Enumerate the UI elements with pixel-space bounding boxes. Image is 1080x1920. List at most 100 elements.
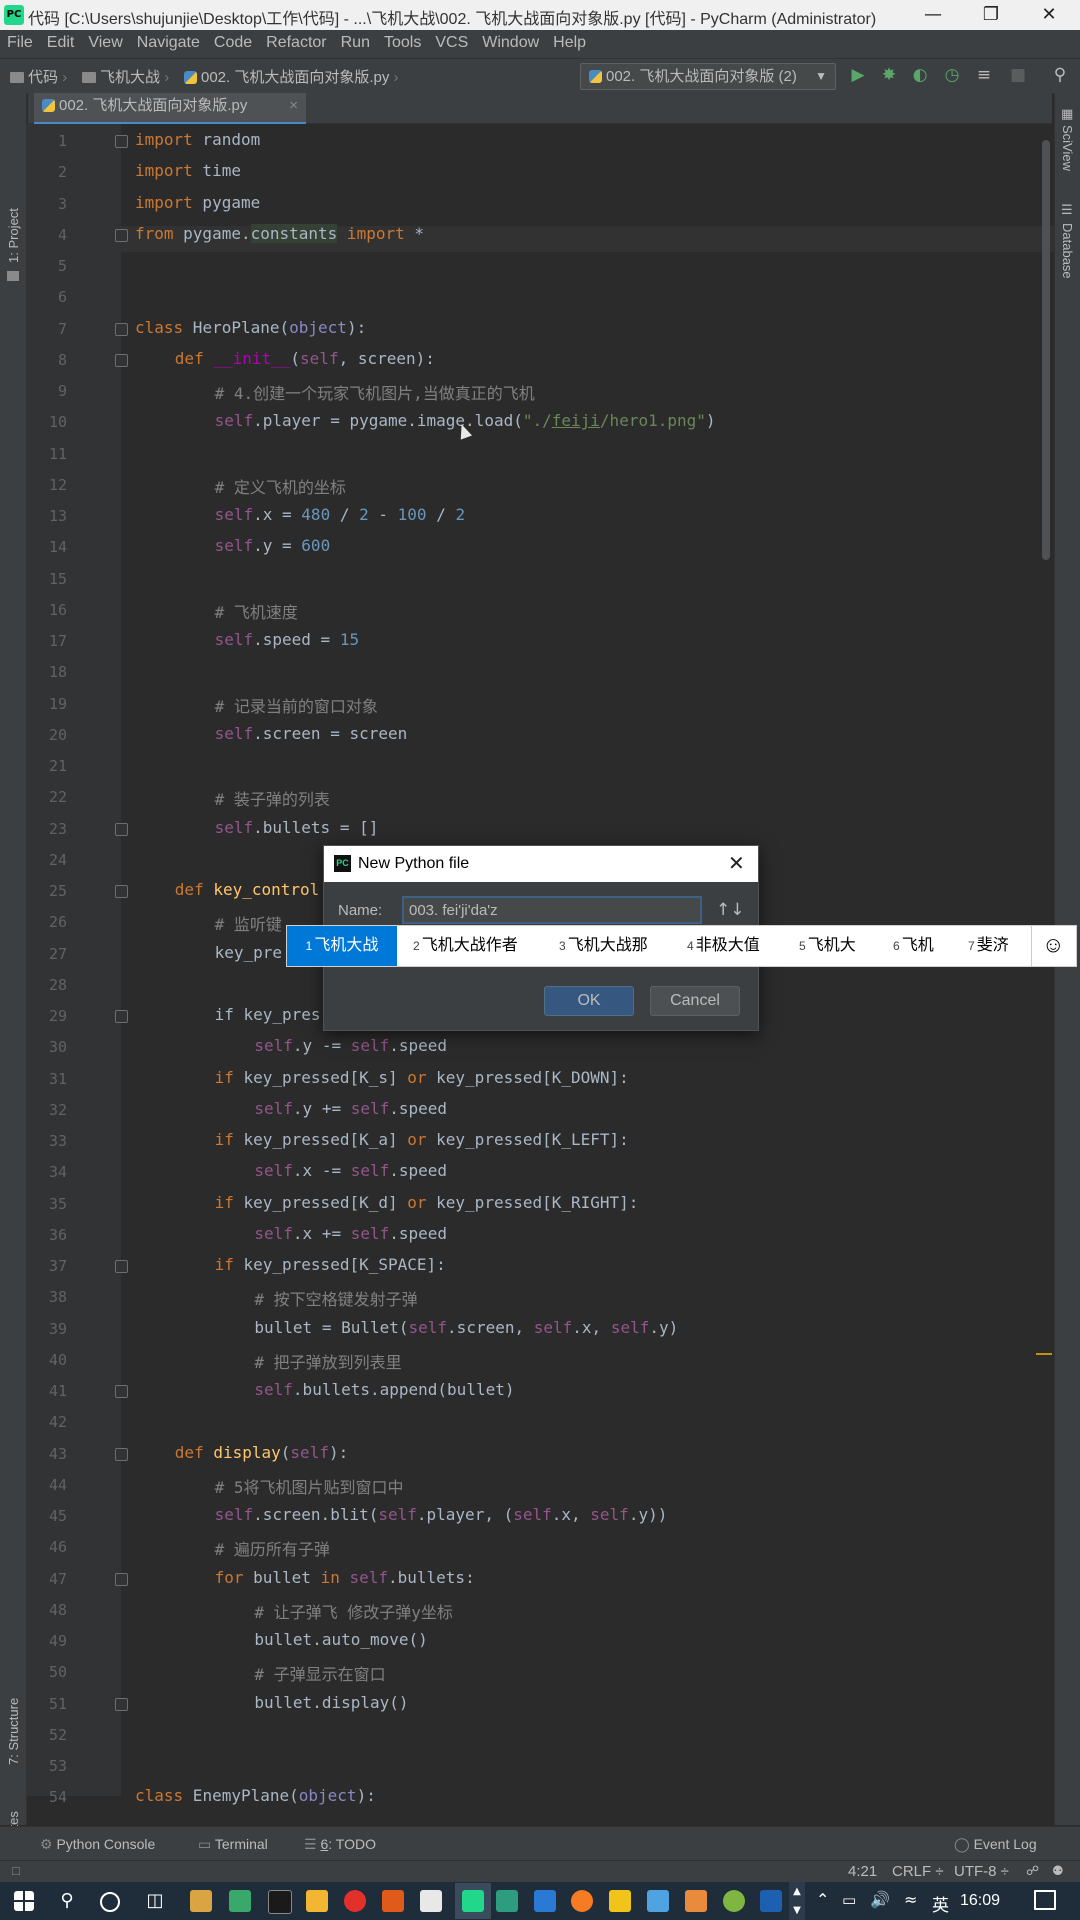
debug-icon[interactable]: ✸ xyxy=(879,65,899,85)
fold-marker-icon[interactable] xyxy=(115,822,128,836)
inspector-icon[interactable]: ⚉ xyxy=(1052,1863,1064,1879)
menu-view[interactable]: View xyxy=(81,30,129,52)
taskbar-app-icon[interactable] xyxy=(647,1890,669,1912)
windows-start-icon[interactable] xyxy=(14,1891,34,1911)
dialog-close-button[interactable]: ✕ xyxy=(728,851,745,876)
menu-code[interactable]: Code xyxy=(207,30,259,52)
ime-candidate-2[interactable]: 2 飞机大战作者 xyxy=(413,926,518,966)
cancel-button[interactable]: Cancel xyxy=(650,986,740,1016)
restore-button[interactable]: ❐ xyxy=(962,0,1020,30)
fold-marker-icon[interactable] xyxy=(115,885,128,898)
taskbar-pycharm-icon[interactable] xyxy=(462,1890,484,1912)
database-tool-button[interactable]: Database xyxy=(1060,223,1075,279)
editor-tab[interactable]: 002. 飞机大战面向对象版.py × xyxy=(34,93,306,125)
emoji-icon[interactable]: ☺ xyxy=(1042,932,1064,958)
line-separator[interactable]: CRLF ÷ xyxy=(892,1863,944,1880)
minimize-button[interactable]: — xyxy=(904,0,962,30)
taskbar-app-icon[interactable] xyxy=(609,1890,631,1912)
menu-vcs[interactable]: VCS xyxy=(428,30,475,52)
breadcrumb-file[interactable]: 002. 飞机大战面向对象版.py › xyxy=(184,66,399,87)
lock-icon[interactable]: ☍ xyxy=(1026,1863,1039,1879)
fold-marker-icon[interactable] xyxy=(115,1385,128,1398)
taskbar-app-icon[interactable] xyxy=(229,1890,251,1912)
menu-window[interactable]: Window xyxy=(475,30,546,52)
concurrency-icon[interactable]: ≡ xyxy=(974,65,994,85)
code-line: bullet.display() xyxy=(254,1692,409,1712)
taskbar-app-icon[interactable] xyxy=(571,1890,593,1912)
close-tab-icon[interactable]: × xyxy=(289,93,298,119)
python-console-button[interactable]: ⚙ Python Console xyxy=(40,1836,155,1853)
code-line: # 让子弹飞 修改子弹y坐标 xyxy=(254,1602,453,1622)
close-window-button[interactable]: ✕ xyxy=(1020,0,1078,30)
taskbar-app-icon[interactable] xyxy=(685,1890,707,1912)
ime-candidate-4[interactable]: 4 非极大值 xyxy=(687,926,760,966)
editor-scrollbar[interactable] xyxy=(1042,140,1050,560)
menu-refactor[interactable]: Refactor xyxy=(259,30,333,52)
search-icon[interactable]: ⚲ xyxy=(56,1890,78,1912)
show-hidden-icons[interactable]: ⌃ xyxy=(816,1890,829,1909)
ime-candidate-7[interactable]: 7 斐济 xyxy=(968,926,1009,966)
fold-marker-icon[interactable] xyxy=(115,1572,128,1586)
event-log-button[interactable]: ◯ Event Log xyxy=(954,1836,1037,1853)
breadcrumb-root[interactable]: 代码 › xyxy=(10,66,67,87)
ime-candidate-5[interactable]: 5 飞机大 xyxy=(799,926,856,966)
fold-marker-icon[interactable] xyxy=(115,1697,128,1711)
fold-marker-icon[interactable] xyxy=(115,1447,128,1461)
taskbar-app-icon[interactable] xyxy=(760,1890,782,1912)
terminal-button[interactable]: ▭ Terminal xyxy=(198,1836,268,1853)
menu-navigate[interactable]: Navigate xyxy=(130,30,207,52)
volume-icon[interactable]: 🔊 xyxy=(870,1890,890,1909)
fold-marker-icon[interactable] xyxy=(115,353,128,367)
ok-button[interactable]: OK xyxy=(544,986,634,1016)
todo-button[interactable]: ☰ 6: TODO xyxy=(304,1836,376,1853)
taskbar-clock[interactable]: 16:09 xyxy=(960,1892,1000,1910)
taskbar-app-icon[interactable] xyxy=(496,1890,518,1912)
fold-marker-icon[interactable] xyxy=(115,322,128,336)
code-token: / xyxy=(330,505,360,524)
taskbar-scroll-arrows[interactable]: ▲ ▼ xyxy=(789,1882,805,1920)
sciview-tool-button[interactable]: SciView xyxy=(1060,125,1075,171)
profile-icon[interactable]: ◷ xyxy=(942,65,962,85)
menu-help[interactable]: Help xyxy=(546,30,593,52)
ime-language-indicator[interactable]: 英 xyxy=(932,1891,949,1916)
file-name-input[interactable] xyxy=(402,896,702,924)
taskbar-app-icon[interactable] xyxy=(268,1890,292,1914)
wifi-icon[interactable]: ≈ xyxy=(904,1890,917,1909)
fold-marker-icon[interactable] xyxy=(115,1260,128,1273)
menu-file[interactable]: File xyxy=(0,30,40,52)
taskbar-app-icon[interactable] xyxy=(306,1890,328,1912)
file-encoding[interactable]: UTF-8 ÷ xyxy=(954,1863,1009,1880)
coverage-icon[interactable]: ◐ xyxy=(910,65,930,85)
ime-candidate-1[interactable]: 1 飞机大战 xyxy=(287,926,397,966)
stop-icon[interactable]: ■ xyxy=(1008,65,1028,85)
notification-icon[interactable] xyxy=(1034,1890,1056,1910)
ime-candidate-3[interactable]: 3 飞机大战那 xyxy=(559,926,648,966)
structure-tool-button[interactable]: 7: Structure xyxy=(6,1698,21,1765)
breadcrumb-folder[interactable]: 飞机大战 › xyxy=(82,66,169,87)
battery-icon[interactable]: ▭ xyxy=(842,1891,856,1909)
fold-marker-icon[interactable] xyxy=(115,1010,128,1023)
taskbar-app-icon[interactable] xyxy=(420,1890,442,1912)
ime-candidate-6[interactable]: 6 飞机 xyxy=(893,926,934,966)
code-line: self.speed = 15 xyxy=(215,630,360,649)
task-view-icon[interactable]: ◫ xyxy=(144,1890,166,1912)
menu-tools[interactable]: Tools xyxy=(377,30,428,52)
taskbar-app-icon[interactable] xyxy=(344,1890,366,1912)
taskbar-vscode-icon[interactable] xyxy=(534,1890,556,1912)
menu-run[interactable]: Run xyxy=(334,30,377,52)
sort-icon[interactable]: ↑↓ xyxy=(716,900,745,920)
fold-marker-icon[interactable] xyxy=(115,135,128,148)
code-token: .screen = screen xyxy=(253,723,408,743)
layout-icon[interactable]: □ xyxy=(12,1863,20,1878)
cortana-icon[interactable] xyxy=(100,1892,120,1912)
run-icon[interactable]: ▶ xyxy=(848,65,868,85)
fold-marker-icon[interactable] xyxy=(115,228,128,242)
search-icon[interactable]: ⚲ xyxy=(1050,65,1070,85)
run-configuration-select[interactable]: 002. 飞机大战面向对象版 (2) ▼ xyxy=(580,63,836,90)
menu-edit[interactable]: Edit xyxy=(40,30,82,52)
taskbar-app-icon[interactable] xyxy=(190,1890,212,1912)
taskbar-app-icon[interactable] xyxy=(382,1890,404,1912)
taskbar-app-icon[interactable] xyxy=(723,1890,745,1912)
project-tool-button[interactable]: 1: Project xyxy=(6,208,21,263)
caret-position[interactable]: 4:21 xyxy=(848,1863,877,1880)
